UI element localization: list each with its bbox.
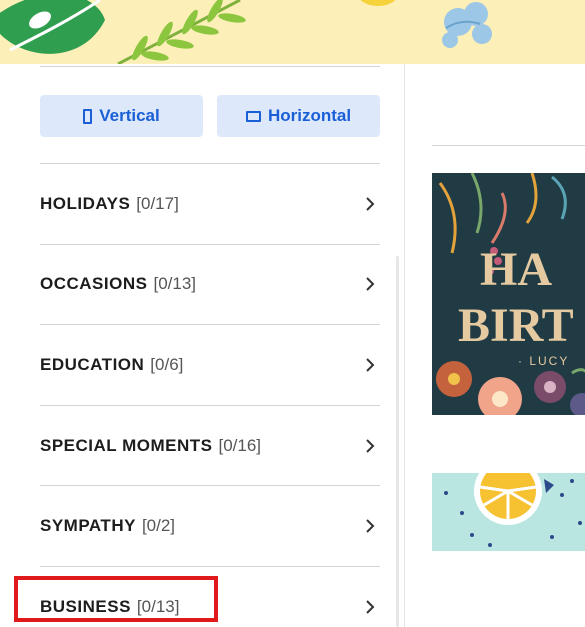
- portrait-icon: [83, 108, 93, 124]
- horizontal-orientation-button[interactable]: Horizontal: [217, 95, 380, 137]
- category-holidays[interactable]: HOLIDAYS [0/17]: [40, 163, 380, 244]
- birthday-card-thumbnail[interactable]: HA BIRT · LUCY: [432, 173, 585, 415]
- category-count: [0/17]: [136, 193, 179, 213]
- sidebar-scrollbar[interactable]: [396, 256, 399, 627]
- divider: [432, 145, 585, 146]
- category-name: OCCASIONS: [40, 274, 148, 294]
- card-title-line2: BIRT: [458, 299, 574, 352]
- chevron-right-icon: [366, 358, 375, 372]
- landscape-icon: [245, 110, 261, 122]
- chevron-right-icon: [366, 277, 375, 292]
- lemon-card-thumbnail[interactable]: [432, 473, 585, 551]
- category-special-moments[interactable]: SPECIAL MOMENTS [0/16]: [40, 404, 380, 486]
- category-count: [0/2]: [141, 516, 176, 536]
- chevron-right-icon: [366, 519, 375, 533]
- category-education[interactable]: EDUCATION [0/6]: [40, 324, 380, 405]
- divider: [40, 66, 380, 67]
- category-name: EDUCATION: [40, 354, 145, 374]
- category-count: [0/13]: [136, 596, 180, 616]
- vertical-label: Vertical: [99, 106, 160, 125]
- category-name: SPECIAL MOMENTS: [40, 435, 213, 455]
- category-name: HOLIDAYS: [40, 193, 131, 213]
- category-name: SYMPATHY: [40, 516, 136, 536]
- decorative-banner: [0, 0, 585, 64]
- lemon-card-art: [444, 473, 582, 547]
- card-title-line1: HA: [480, 243, 552, 296]
- chevron-right-icon: [366, 197, 375, 211]
- card-recipient: · LUCY: [518, 354, 569, 368]
- category-count: [0/13]: [153, 274, 197, 294]
- tropical-leaves-illustration: [0, 0, 492, 64]
- category-business[interactable]: BUSINESS [0/13]: [14, 565, 380, 627]
- chevron-right-icon: [366, 600, 375, 614]
- chevron-right-icon: [366, 438, 375, 453]
- category-name: BUSINESS: [40, 596, 131, 616]
- card-preview-area: HA BIRT · LUCY: [405, 64, 585, 627]
- category-list: HOLIDAYS [0/17] OCCASIONS [0/13] EDUCATI…: [14, 163, 380, 627]
- category-count: [0/16]: [218, 435, 262, 455]
- category-count: [0/6]: [150, 354, 184, 374]
- category-sympathy[interactable]: SYMPATHY [0/2]: [40, 485, 380, 566]
- vertical-orientation-button[interactable]: Vertical: [40, 95, 203, 137]
- category-occasions[interactable]: OCCASIONS [0/13]: [40, 243, 380, 325]
- filter-sidebar: Vertical Horizontal HOLIDAYS [0/17] OCCA…: [0, 64, 404, 627]
- birthday-card-art: HA BIRT · LUCY: [436, 173, 585, 415]
- horizontal-label: Horizontal: [267, 106, 352, 125]
